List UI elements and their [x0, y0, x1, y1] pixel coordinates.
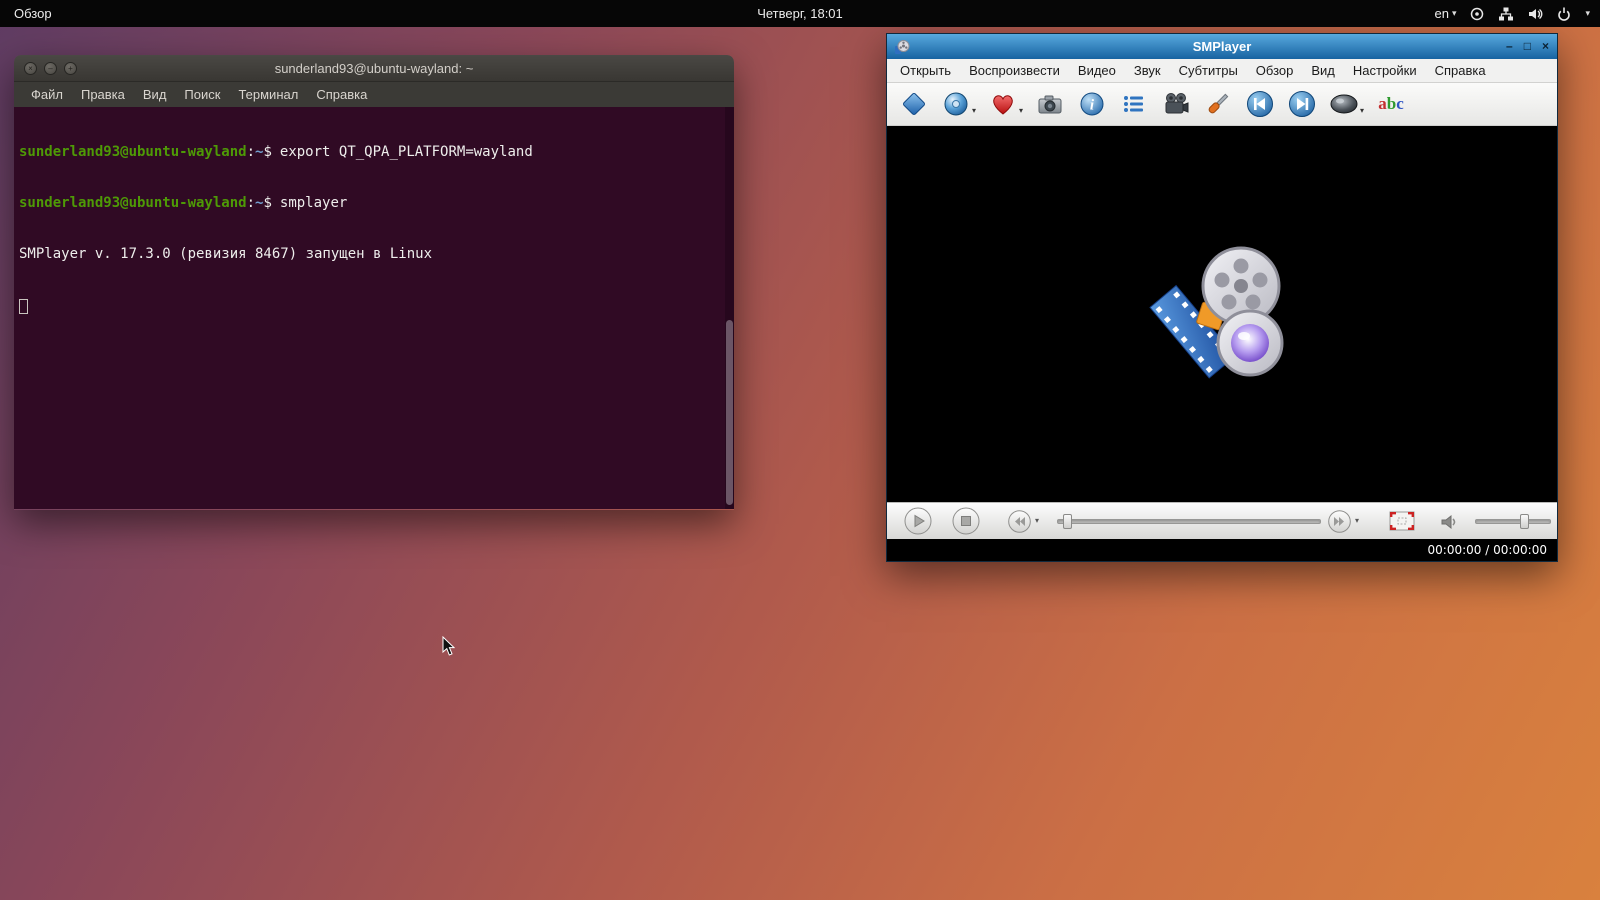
terminal-cursor-line: [19, 297, 729, 319]
smplayer-menu-video[interactable]: Видео: [1069, 59, 1125, 83]
terminal-close-button[interactable]: ×: [24, 62, 37, 75]
smplayer-statusbar: 00:00:00 / 00:00:00: [887, 539, 1557, 561]
previous-dropdown-arrow[interactable]: ▾: [1035, 516, 1039, 525]
open-icon[interactable]: [899, 89, 929, 119]
prompt-separator: :: [246, 144, 256, 160]
smplayer-menu-open[interactable]: Открыть: [891, 59, 960, 83]
previous-icon[interactable]: [1245, 89, 1275, 119]
time-display: 00:00:00 / 00:00:00: [1427, 543, 1547, 557]
smplayer-window-title: SMPlayer: [1192, 39, 1252, 54]
preferences-icon[interactable]: [1203, 89, 1233, 119]
smplayer-control-bar: ▾ ▾: [887, 502, 1557, 539]
keyboard-layout-label: en: [1434, 6, 1449, 21]
chevron-down-icon: ▾: [1451, 8, 1457, 18]
terminal-scrollbar-thumb[interactable]: [726, 320, 733, 505]
smplayer-menu-browse[interactable]: Обзор: [1247, 59, 1303, 83]
mouse-cursor: [442, 635, 456, 662]
smplayer-window-controls: – □ ×: [1506, 34, 1549, 59]
terminal-maximize-button[interactable]: +: [64, 62, 77, 75]
terminal-line-1: sunderland93@ubuntu-wayland:~$ export QT_…: [19, 144, 729, 161]
smplayer-close-button[interactable]: ×: [1542, 34, 1549, 59]
smplayer-logo: [1149, 246, 1284, 379]
terminal-scrollbar[interactable]: [725, 107, 734, 509]
info-icon[interactable]: i: [1077, 89, 1107, 119]
tray-chevron-down-icon[interactable]: ▾: [1585, 9, 1590, 18]
terminal-menu-edit[interactable]: Правка: [72, 82, 134, 107]
smplayer-menu-play[interactable]: Воспроизвести: [960, 59, 1069, 83]
terminal-title: sunderland93@ubuntu-wayland: ~: [274, 61, 474, 76]
abc-letter-a: a: [1378, 94, 1387, 113]
previous-chapter-button[interactable]: [1007, 509, 1032, 539]
terminal-menu-file[interactable]: Файл: [22, 82, 72, 107]
terminal-window-controls: × – +: [24, 62, 77, 75]
terminal-titlebar[interactable]: × – + sunderland93@ubuntu-wayland: ~: [14, 55, 734, 82]
play-button[interactable]: [903, 506, 933, 541]
smplayer-menu-help[interactable]: Справка: [1426, 59, 1495, 83]
favorites-icon[interactable]: [988, 89, 1018, 119]
prompt-separator: :: [246, 195, 256, 211]
smplayer-maximize-button[interactable]: □: [1524, 34, 1531, 59]
smplayer-titlebar[interactable]: SMPlayer – □ ×: [887, 34, 1557, 59]
terminal-minimize-button[interactable]: –: [44, 62, 57, 75]
terminal-block-cursor: [19, 299, 28, 314]
terminal-menubar: Файл Правка Вид Поиск Терминал Справка: [14, 82, 734, 107]
system-tray[interactable]: en ▾ ▾: [1434, 0, 1590, 27]
terminal-menu-terminal[interactable]: Терминал: [229, 82, 307, 107]
network-icon[interactable]: [1498, 6, 1514, 22]
favorites-dropdown-arrow[interactable]: ▾: [1019, 106, 1023, 119]
next-dropdown-arrow[interactable]: ▾: [1355, 516, 1359, 525]
terminal-line-2: sunderland93@ubuntu-wayland:~$ smplayer: [19, 195, 729, 212]
seek-slider[interactable]: [1057, 514, 1321, 529]
dvd-dropdown-arrow[interactable]: ▾: [972, 106, 976, 119]
mute-icon[interactable]: [1439, 512, 1459, 537]
terminal-menu-search[interactable]: Поиск: [175, 82, 229, 107]
power-icon[interactable]: [1556, 6, 1572, 22]
smplayer-menu-subtitles[interactable]: Субтитры: [1170, 59, 1247, 83]
next-icon[interactable]: [1287, 89, 1317, 119]
command-text: export QT_QPA_PLATFORM=wayland: [279, 144, 533, 160]
terminal-menu-help[interactable]: Справка: [307, 82, 376, 107]
abc-letter-c: c: [1396, 94, 1404, 113]
smplayer-app-icon: [894, 39, 910, 55]
terminal-output-line: SMPlayer v. 17.3.0 (ревизия 8467) запуще…: [19, 246, 729, 263]
video-display-area[interactable]: [887, 126, 1557, 502]
terminal-menu-view[interactable]: Вид: [134, 82, 176, 107]
smplayer-minimize-button[interactable]: –: [1506, 34, 1513, 59]
volume-icon[interactable]: [1527, 6, 1543, 22]
dvd-icon[interactable]: [941, 89, 971, 119]
fullscreen-button[interactable]: [1389, 511, 1415, 536]
volume-slider[interactable]: [1475, 514, 1551, 529]
volume-slider-handle[interactable]: [1520, 514, 1529, 529]
prompt-user-host: sunderland93@ubuntu-wayland: [19, 144, 247, 160]
smplayer-menu-view[interactable]: Вид: [1302, 59, 1344, 83]
smplayer-menu-options[interactable]: Настройки: [1344, 59, 1426, 83]
prompt-symbol: $: [263, 144, 272, 160]
equalizer-icon[interactable]: [1329, 89, 1359, 119]
clock[interactable]: Четверг, 18:01: [757, 0, 843, 27]
subtitles-abc-icon[interactable]: abc: [1376, 89, 1406, 119]
smplayer-menu-audio[interactable]: Звук: [1125, 59, 1170, 83]
equalizer-dropdown-arrow[interactable]: ▾: [1360, 106, 1364, 119]
smplayer-toolbar: ▾ ▾ i ▾ a b c: [887, 83, 1557, 126]
abc-letter-b: b: [1386, 94, 1397, 113]
terminal-content[interactable]: sunderland93@ubuntu-wayland:~$ export QT_…: [14, 107, 734, 509]
output-text: SMPlayer v. 17.3.0 (ревизия 8467) запуще…: [19, 246, 433, 262]
stop-button[interactable]: [951, 506, 981, 541]
screenshot-icon[interactable]: [1035, 89, 1065, 119]
location-icon[interactable]: [1469, 6, 1485, 22]
activities-button[interactable]: Обзор: [14, 0, 52, 27]
smplayer-menubar: Открыть Воспроизвести Видео Звук Субтитр…: [887, 59, 1557, 83]
next-chapter-button[interactable]: [1327, 509, 1352, 539]
top-bar: Обзор Четверг, 18:01 en ▾ ▾: [0, 0, 1600, 27]
seek-slider-handle[interactable]: [1063, 514, 1072, 529]
video-filters-icon[interactable]: [1161, 89, 1191, 119]
prompt-symbol: $: [263, 195, 272, 211]
prompt-user-host: sunderland93@ubuntu-wayland: [19, 195, 247, 211]
command-text: smplayer: [279, 195, 348, 211]
terminal-window: × – + sunderland93@ubuntu-wayland: ~ Фай…: [14, 55, 734, 510]
smplayer-window: SMPlayer – □ × Открыть Воспроизвести Вид…: [886, 33, 1558, 562]
keyboard-layout-indicator[interactable]: en ▾: [1434, 6, 1456, 21]
playlist-icon[interactable]: [1119, 89, 1149, 119]
